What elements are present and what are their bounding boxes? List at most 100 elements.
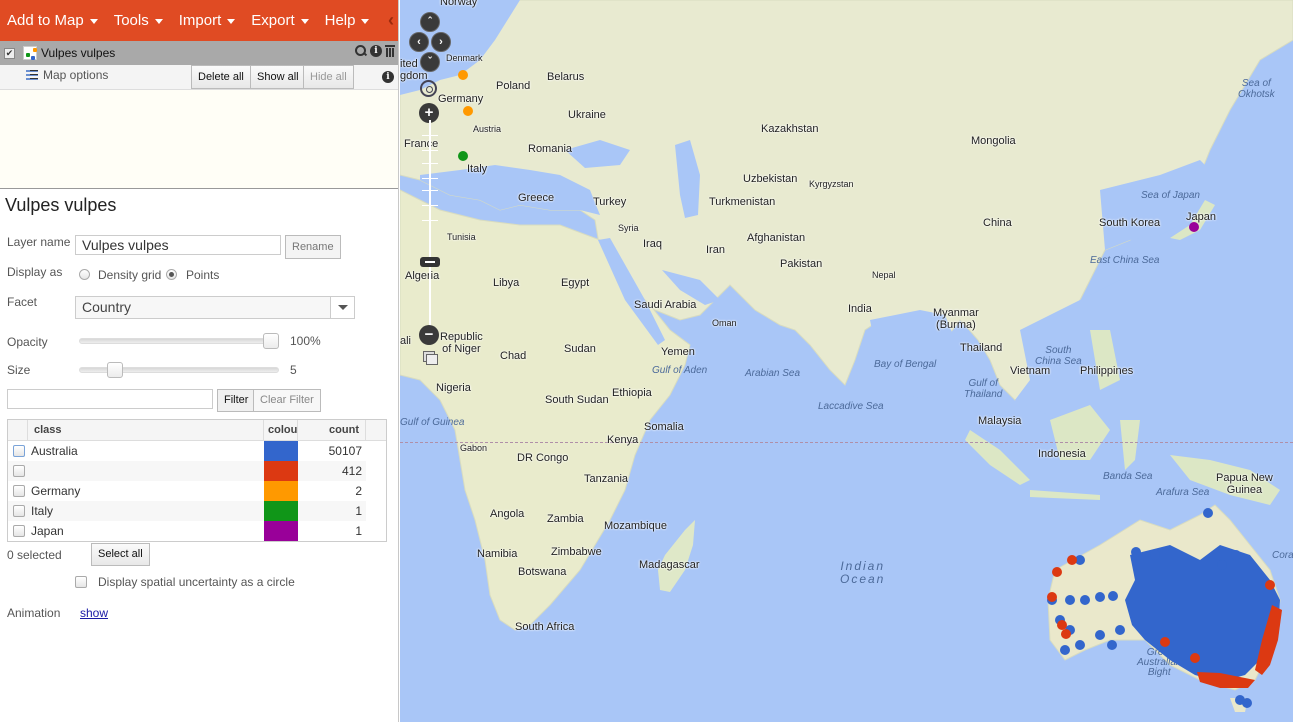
- row-count: 50107: [328, 444, 362, 458]
- rename-button[interactable]: Rename: [285, 235, 341, 259]
- clear-filter-button[interactable]: Clear Filter: [253, 389, 321, 412]
- pan-right-button[interactable]: ›: [431, 32, 451, 52]
- animation-show-link[interactable]: show: [80, 606, 108, 620]
- row-colour-swatch[interactable]: [264, 501, 298, 521]
- zoom-to-layer-icon[interactable]: [355, 45, 367, 57]
- row-class: Japan: [31, 524, 64, 538]
- opacity-value: 100%: [290, 334, 321, 348]
- column-header-count[interactable]: count: [298, 420, 366, 441]
- column-header-class[interactable]: class: [28, 420, 264, 441]
- density-grid-radio[interactable]: [79, 269, 90, 280]
- opacity-slider[interactable]: [79, 338, 279, 344]
- row-checkbox[interactable]: [13, 505, 25, 517]
- row-checkbox[interactable]: [13, 445, 25, 457]
- zoom-slider-handle[interactable]: [420, 257, 440, 267]
- table-row[interactable]: Australia 50107: [8, 441, 366, 461]
- row-count: 412: [341, 464, 362, 478]
- uncertainty-label: Display spatial uncertainty as a circle: [98, 575, 295, 589]
- row-checkbox[interactable]: [13, 485, 25, 497]
- table-header: class colou count: [8, 420, 386, 441]
- row-colour-swatch[interactable]: [264, 521, 298, 541]
- uncertainty-checkbox[interactable]: [75, 576, 87, 588]
- menu-export[interactable]: Export: [251, 12, 309, 29]
- map-canvas[interactable]: Norway Denmark ited gdom Germany Poland …: [400, 0, 1293, 722]
- facet-select[interactable]: Country: [75, 296, 355, 319]
- occurrence-marker-italy[interactable]: [458, 151, 468, 161]
- delete-all-button[interactable]: Delete all: [191, 65, 251, 89]
- facet-table: class colou count Australia 50107 412 Ge…: [7, 419, 387, 542]
- occurrence-marker-germany[interactable]: [458, 70, 468, 80]
- facet-label: Facet: [7, 295, 38, 309]
- marker-layer: [458, 70, 1199, 232]
- row-colour-swatch[interactable]: [264, 461, 298, 481]
- hide-all-button[interactable]: Hide all: [303, 65, 354, 89]
- layer-name-input[interactable]: [75, 235, 281, 255]
- select-all-button[interactable]: Select all: [91, 543, 150, 566]
- occurrence-marker-japan[interactable]: [1189, 222, 1199, 232]
- caret-down-icon: [300, 18, 309, 24]
- zoom-slider-track[interactable]: [429, 120, 431, 330]
- points-label: Points: [186, 268, 220, 282]
- layer-list-item[interactable]: ✔ Vulpes vulpes i: [0, 41, 398, 65]
- list-icon: [26, 69, 38, 81]
- menu-import[interactable]: Import: [179, 12, 236, 29]
- points-layer-icon: [23, 46, 37, 60]
- occurrence-marker-germany[interactable]: [463, 106, 473, 116]
- zoom-tick: [422, 163, 438, 164]
- info-icon[interactable]: i: [382, 71, 394, 83]
- menu-bar: Add to Map Tools Import Export Help ‹: [0, 0, 398, 41]
- map-options-label: Map options: [43, 68, 109, 82]
- row-count: 2: [355, 484, 362, 498]
- menu-help[interactable]: Help: [325, 12, 370, 29]
- pan-left-button[interactable]: ‹: [409, 32, 429, 52]
- zoom-tick: [422, 220, 438, 221]
- table-row[interactable]: 412: [8, 461, 366, 481]
- row-checkbox[interactable]: [13, 465, 25, 477]
- layer-detail-title: Vulpes vulpes: [5, 195, 117, 215]
- show-all-button[interactable]: Show all: [250, 65, 306, 89]
- caret-down-icon: [89, 18, 98, 24]
- zoom-tick: [422, 178, 438, 179]
- filter-button[interactable]: Filter: [217, 389, 256, 412]
- row-class: Australia: [31, 444, 78, 458]
- layers-icon[interactable]: [423, 351, 438, 365]
- filter-input[interactable]: [7, 389, 213, 409]
- menu-tools[interactable]: Tools: [114, 12, 163, 29]
- opacity-slider-handle[interactable]: [263, 333, 279, 349]
- row-colour-swatch[interactable]: [264, 481, 298, 501]
- caret-down-icon: [154, 18, 163, 24]
- layer-name[interactable]: Vulpes vulpes: [41, 46, 115, 60]
- animation-label: Animation: [7, 606, 61, 620]
- pan-down-button[interactable]: ˇ: [420, 52, 440, 72]
- pan-up-button[interactable]: ˆ: [420, 12, 440, 32]
- menu-add-to-map[interactable]: Add to Map: [7, 12, 98, 29]
- zoom-tick: [422, 205, 438, 206]
- table-row[interactable]: Germany 2: [8, 481, 366, 501]
- table-row[interactable]: Italy 1: [8, 501, 366, 521]
- size-value: 5: [290, 363, 297, 377]
- zoom-tick: [422, 190, 438, 191]
- row-class: Germany: [31, 484, 81, 498]
- locate-icon[interactable]: [420, 80, 437, 97]
- row-count: 1: [355, 504, 362, 518]
- column-header-colour[interactable]: colou: [264, 420, 298, 441]
- table-row[interactable]: Japan 1: [8, 521, 366, 541]
- opacity-label: Opacity: [7, 335, 48, 349]
- row-checkbox[interactable]: [13, 525, 25, 537]
- size-slider-handle[interactable]: [106, 362, 123, 378]
- layer-visibility-checkbox[interactable]: ✔: [4, 47, 15, 59]
- caret-down-icon: [227, 18, 236, 24]
- density-grid-label: Density grid: [98, 268, 162, 282]
- selected-count: 0 selected: [7, 548, 62, 562]
- menu-label: Tools: [113, 12, 149, 29]
- row-colour-swatch[interactable]: [264, 441, 298, 461]
- zoom-out-button[interactable]: −: [419, 325, 439, 345]
- chevron-down-icon[interactable]: [330, 297, 354, 318]
- map-options-link[interactable]: Map options: [26, 68, 108, 82]
- info-icon[interactable]: i: [370, 45, 382, 57]
- chevron-left-icon[interactable]: ‹: [388, 10, 394, 31]
- layer-name-label: Layer name: [7, 235, 71, 249]
- trash-icon[interactable]: [385, 45, 395, 57]
- points-radio[interactable]: [166, 269, 177, 280]
- caret-down-icon: [361, 18, 370, 24]
